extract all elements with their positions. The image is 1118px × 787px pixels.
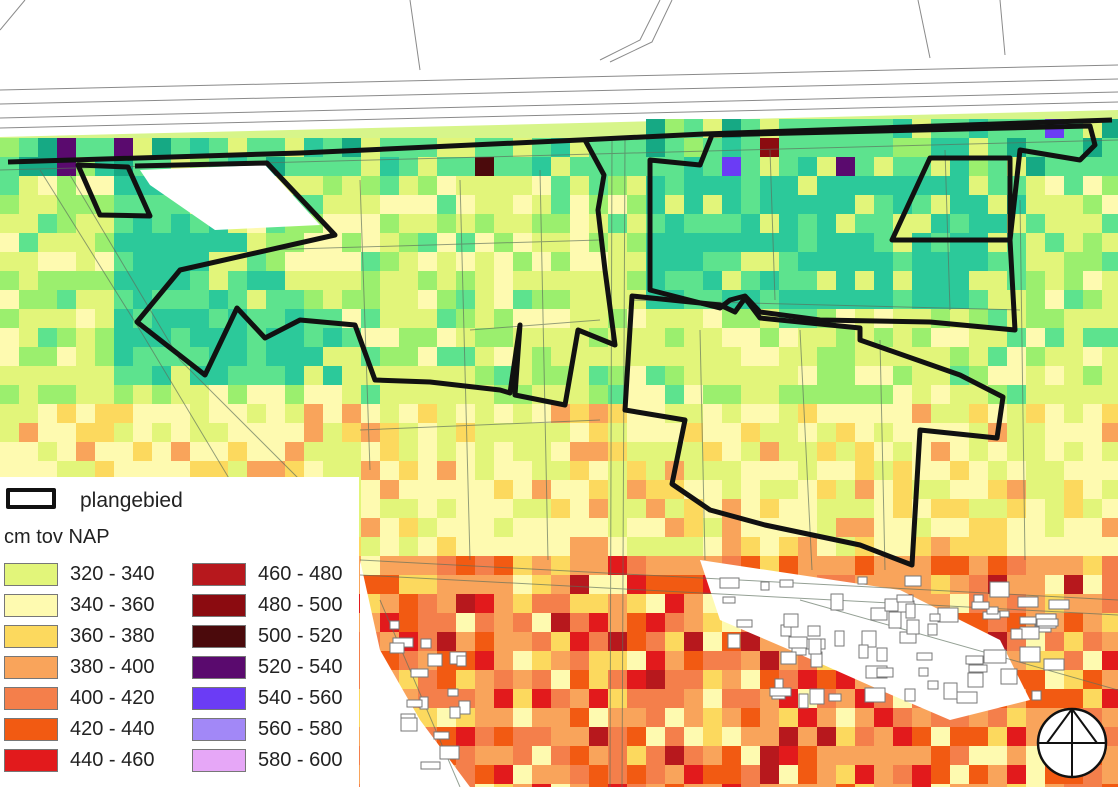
legend: plangebied cm tov NAP 320 - 340 340 - 360…: [0, 477, 359, 787]
legend-item: 540 - 560: [192, 685, 343, 711]
legend-swatch: [4, 562, 58, 586]
legend-label: 400 - 420: [70, 686, 155, 709]
legend-item: 500 - 520: [192, 623, 343, 649]
legend-item: 340 - 360: [4, 592, 155, 618]
legend-swatch: [192, 593, 246, 617]
legend-label: 380 - 400: [70, 655, 155, 678]
legend-item: 460 - 480: [192, 561, 343, 587]
legend-swatch: [192, 748, 246, 772]
plangebied-swatch: [6, 488, 56, 509]
legend-item: 560 - 580: [192, 716, 343, 742]
legend-swatch: [4, 686, 58, 710]
legend-item: 480 - 500: [192, 592, 343, 618]
legend-item: 360 - 380: [4, 623, 155, 649]
legend-swatch: [4, 624, 58, 648]
legend-item: 420 - 440: [4, 716, 155, 742]
legend-label: 340 - 360: [70, 593, 155, 616]
legend-label: 500 - 520: [258, 624, 343, 647]
legend-label: 440 - 460: [70, 748, 155, 771]
legend-item: 580 - 600: [192, 747, 343, 773]
legend-label: 460 - 480: [258, 562, 343, 585]
road-top: [0, 0, 1118, 129]
legend-item: 520 - 540: [192, 654, 343, 680]
legend-swatch: [192, 562, 246, 586]
legend-label: 320 - 340: [70, 562, 155, 585]
legend-label: 480 - 500: [258, 593, 343, 616]
legend-label: 520 - 540: [258, 655, 343, 678]
legend-swatch: [4, 717, 58, 741]
legend-label: 420 - 440: [70, 717, 155, 740]
legend-swatch: [192, 624, 246, 648]
unit-label: cm tov NAP: [4, 526, 110, 548]
legend-label: 540 - 560: [258, 686, 343, 709]
legend-swatch: [4, 748, 58, 772]
plangebied-label: plangebied: [80, 489, 183, 512]
legend-swatch: [4, 655, 58, 679]
legend-item: 320 - 340: [4, 561, 155, 587]
legend-label: 360 - 380: [70, 624, 155, 647]
legend-label: 580 - 600: [258, 748, 343, 771]
legend-swatch: [192, 655, 246, 679]
legend-swatch: [4, 593, 58, 617]
legend-swatch: [192, 686, 246, 710]
elevation-map: plangebied cm tov NAP 320 - 340 340 - 360…: [0, 0, 1118, 787]
legend-item: 400 - 420: [4, 685, 155, 711]
legend-label: 560 - 580: [258, 717, 343, 740]
legend-item: 380 - 400: [4, 654, 155, 680]
legend-item: 440 - 460: [4, 747, 155, 773]
legend-swatch: [192, 717, 246, 741]
